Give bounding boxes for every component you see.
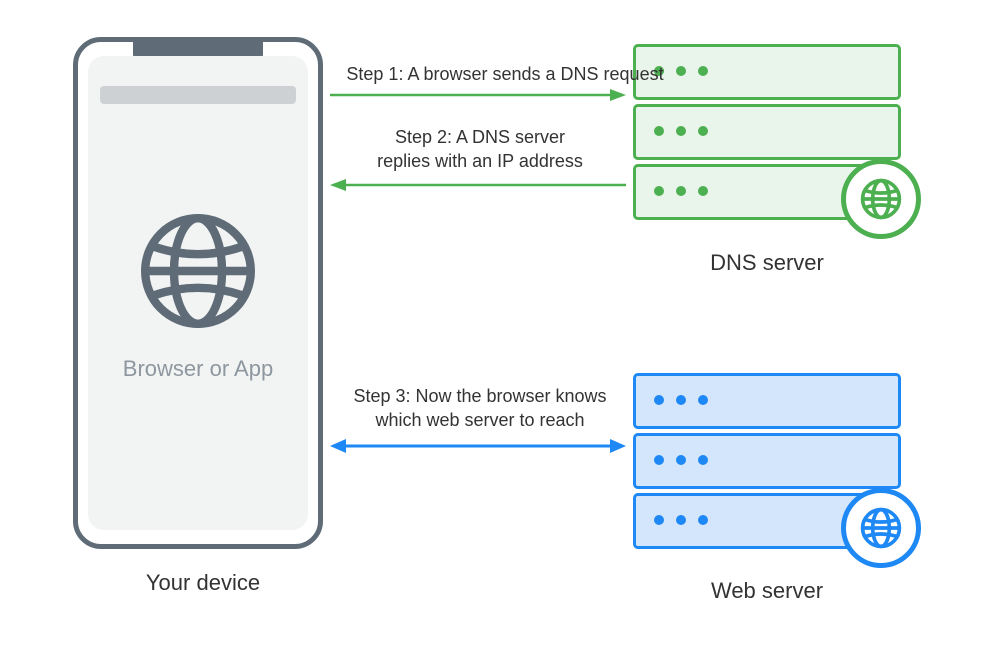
step1-label: Step 1: A browser sends a DNS request (335, 62, 675, 86)
browser-app-label: Browser or App (88, 356, 308, 382)
server-unit (633, 433, 901, 489)
step3-label: Step 3: Now the browser knows which web … (345, 384, 615, 433)
dns-caption: DNS server (633, 250, 901, 276)
step2-label: Step 2: A DNS server replies with an IP … (360, 125, 600, 174)
server-unit (633, 373, 901, 429)
arrow-step3 (330, 438, 626, 454)
browser-url-bar (100, 86, 296, 104)
device-caption: Your device (73, 570, 333, 596)
web-caption: Web server (633, 578, 901, 604)
web-server-stack (633, 373, 901, 553)
phone-screen: Browser or App (88, 56, 308, 530)
step2-line1: Step 2: A DNS server (395, 127, 565, 147)
globe-icon (841, 159, 921, 239)
arrow-step2 (330, 178, 626, 192)
arrow-step1 (330, 88, 626, 102)
diagram-stage: Browser or App Your device DNS server (0, 0, 1000, 660)
step2-line2: replies with an IP address (377, 151, 583, 171)
step3-line1: Step 3: Now the browser knows (353, 386, 606, 406)
globe-icon (138, 211, 258, 331)
step3-line2: which web server to reach (375, 410, 584, 430)
device-phone: Browser or App (73, 37, 323, 549)
globe-icon (841, 488, 921, 568)
server-unit (633, 104, 901, 160)
